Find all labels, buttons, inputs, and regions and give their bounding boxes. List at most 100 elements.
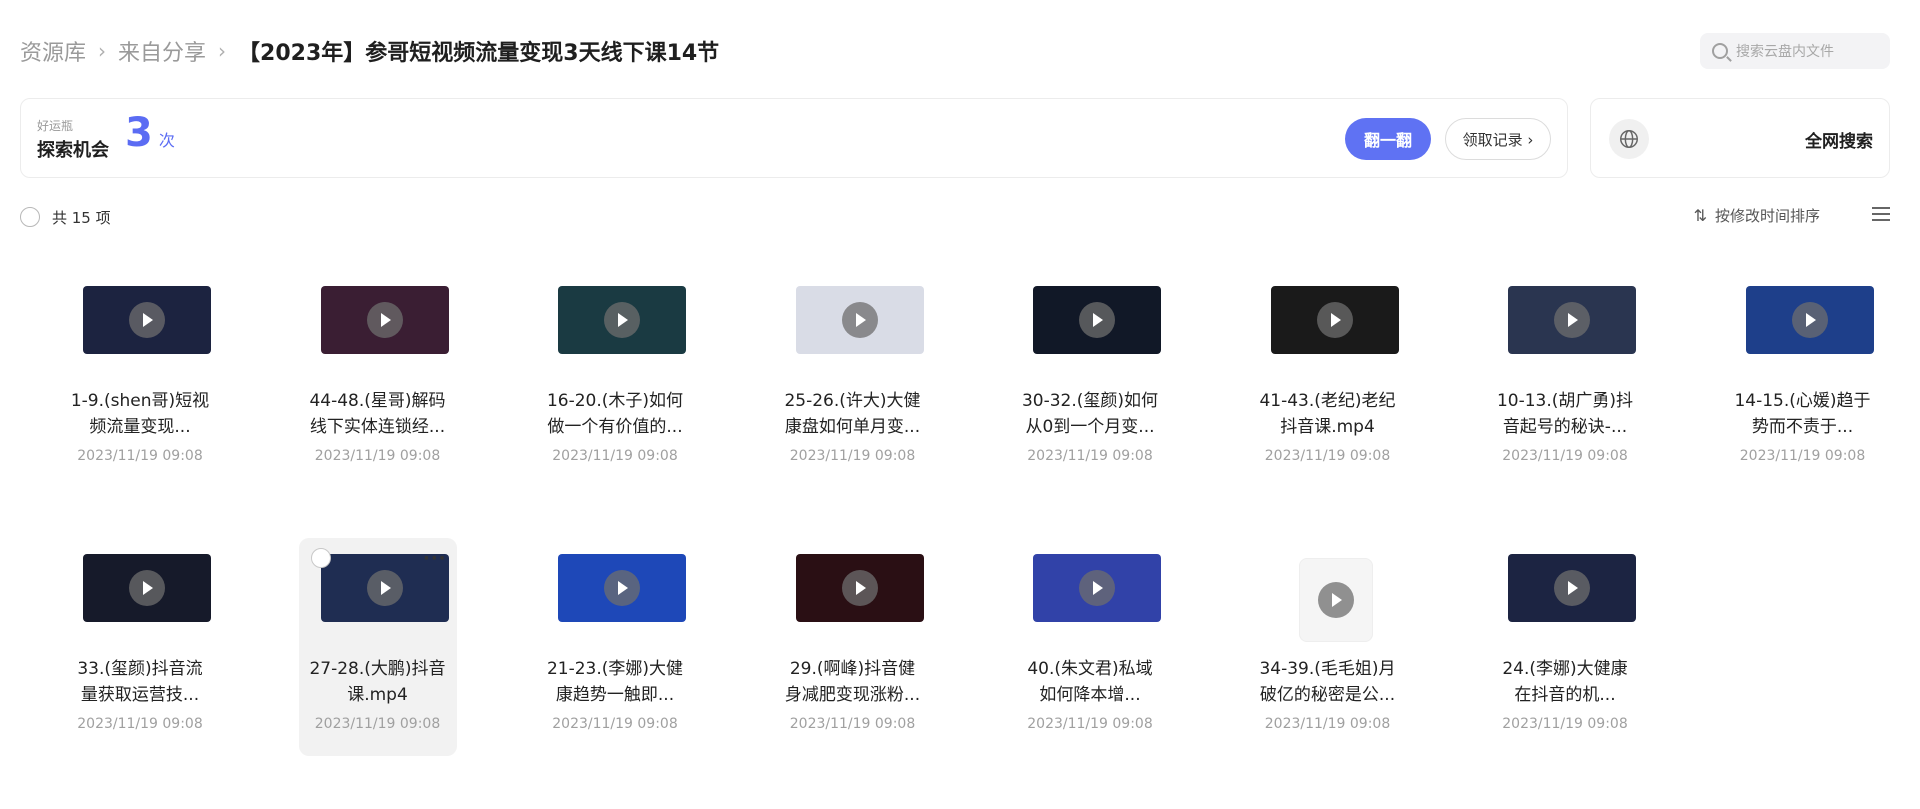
file-name-line1: 29.(啊峰)抖音健 xyxy=(789,659,916,679)
file-name: 40.(朱文君)私域 如何降本增... xyxy=(1011,656,1169,708)
file-name-line2: 从0到一个月变... xyxy=(1025,417,1155,437)
play-icon xyxy=(841,570,878,606)
lucky-label: 探索机会 xyxy=(37,140,109,161)
file-card[interactable]: 16-20.(木子)如何 做一个有价值的... 2023/11/19 09:08 xyxy=(536,270,694,488)
file-name-line1: 10-13.(胡广勇)抖 xyxy=(1496,391,1634,411)
video-thumbnail xyxy=(1508,286,1636,354)
file-card[interactable]: 40.(朱文君)私域 如何降本增... 2023/11/19 09:08 xyxy=(1011,538,1169,756)
file-card[interactable]: 25-26.(许大)大健 康盘如何单月变... 2023/11/19 09:08 xyxy=(774,270,932,488)
video-thumbnail xyxy=(83,286,211,354)
breadcrumb-level2[interactable]: 来自分享 xyxy=(118,35,206,67)
video-thumbnail xyxy=(1270,286,1399,354)
file-name-line2: 康趋势一触即... xyxy=(555,685,675,705)
globe-icon xyxy=(1609,119,1649,159)
file-name: 33.(玺颜)抖音流 量获取运营技... xyxy=(61,656,219,708)
list-view-icon[interactable] xyxy=(1872,207,1890,221)
file-card[interactable]: 29.(啊峰)抖音健 身减肥变现涨粉... 2023/11/19 09:08 xyxy=(774,538,932,756)
file-card[interactable]: 44-48.(星哥)解码 线下实体连锁经... 2023/11/19 09:08 xyxy=(299,270,457,488)
file-name: 16-20.(木子)如何 做一个有价值的... xyxy=(536,388,694,440)
file-card[interactable]: 21-23.(李娜)大健 康趋势一触即... 2023/11/19 09:08 xyxy=(536,538,694,756)
select-all-checkbox[interactable] xyxy=(20,207,40,227)
file-card[interactable]: 27-28.(大鹏)抖音 课.mp4 2023/11/19 09:08 ··· xyxy=(298,538,457,756)
sort-button[interactable]: ⇅ 按修改时间排序 xyxy=(1694,205,1820,226)
file-name-line1: 40.(朱文君)私域 xyxy=(1027,659,1153,679)
play-icon xyxy=(129,570,165,606)
file-name: 44-48.(星哥)解码 线下实体连锁经... xyxy=(299,388,457,440)
file-name-line2: 做一个有价值的... xyxy=(547,417,683,437)
file-date: 2023/11/19 09:08 xyxy=(1739,448,1866,464)
chance-count: 3 xyxy=(125,110,153,156)
search-input[interactable]: 搜索云盘内文件 xyxy=(1700,33,1890,69)
file-date: 2023/11/19 09:08 xyxy=(1502,716,1628,732)
file-name-line1: 44-48.(星哥)解码 xyxy=(309,391,446,411)
file-name-line2: 身减肥变现涨粉... xyxy=(784,685,921,705)
play-icon xyxy=(604,302,640,338)
list-toolbar: 共 15 项 ⇅ 按修改时间排序 xyxy=(20,205,1890,229)
breadcrumb-root[interactable]: 资源库 xyxy=(20,35,86,67)
file-name-line2: 在抖音的机... xyxy=(1514,685,1616,705)
file-date: 2023/11/19 09:08 xyxy=(552,448,678,464)
file-date: 2023/11/19 09:08 xyxy=(789,448,916,464)
file-name-line2: 频流量变现... xyxy=(89,417,191,437)
play-icon xyxy=(1316,302,1353,338)
file-date: 2023/11/19 09:08 xyxy=(1027,448,1153,464)
file-name-line1: 41-43.(老纪)老纪 xyxy=(1259,391,1396,411)
file-date: 2023/11/19 09:08 xyxy=(314,716,441,732)
file-card[interactable]: 30-32.(玺颜)如何 从0到一个月变... 2023/11/19 09:08 xyxy=(1011,270,1169,488)
file-date: 2023/11/19 09:08 xyxy=(789,716,916,732)
record-button[interactable]: 领取记录 › xyxy=(1445,118,1551,160)
file-card[interactable]: 41-43.(老纪)老纪 抖音课.mp4 2023/11/19 09:08 xyxy=(1249,270,1407,488)
video-thumbnail xyxy=(795,554,924,622)
video-thumbnail xyxy=(1508,554,1636,622)
file-name: 25-26.(许大)大健 康盘如何单月变... xyxy=(774,388,932,440)
file-name-line2: 势而不责于... xyxy=(1751,417,1854,437)
chance-unit: 次 xyxy=(158,131,175,150)
file-date: 2023/11/19 09:08 xyxy=(314,448,441,464)
breadcrumb: 资源库 › 来自分享 › 【2023年】参哥短视频流量变现3天线下课14节 xyxy=(20,28,1900,74)
file-name-line1: 30-32.(玺颜)如何 xyxy=(1021,391,1159,411)
file-name-line1: 34-39.(毛毛姐)月 xyxy=(1259,659,1396,679)
file-name-line1: 24.(李娜)大健康 xyxy=(1502,659,1628,679)
lucky-label-small: 好运瓶 xyxy=(37,119,74,133)
file-name: 30-32.(玺颜)如何 从0到一个月变... xyxy=(1011,388,1169,440)
file-name: 24.(李娜)大健康 在抖音的机... xyxy=(1486,656,1644,708)
file-card[interactable]: 1-9.(shen哥)短视 频流量变现... 2023/11/19 09:08 xyxy=(61,270,219,488)
file-select-checkbox[interactable] xyxy=(310,548,331,568)
file-name-line1: 1-9.(shen哥)短视 xyxy=(70,391,210,411)
video-thumbnail xyxy=(1298,558,1373,642)
file-name: 1-9.(shen哥)短视 频流量变现... xyxy=(61,388,219,440)
sort-icon: ⇅ xyxy=(1693,206,1707,225)
file-name-line2: 如何降本增... xyxy=(1039,685,1141,705)
play-icon xyxy=(1317,582,1354,618)
play-icon xyxy=(1079,302,1115,338)
play-icon xyxy=(604,570,640,606)
video-thumbnail xyxy=(1745,286,1874,354)
file-card[interactable]: 14-15.(心媛)趋于 势而不责于... 2023/11/19 09:08 xyxy=(1724,270,1882,488)
play-icon xyxy=(129,302,165,338)
video-thumbnail xyxy=(795,286,924,354)
file-name-line1: 14-15.(心媛)趋于 xyxy=(1734,391,1871,411)
play-icon xyxy=(366,570,403,606)
chevron-right-icon: › xyxy=(98,39,107,63)
file-name-line1: 33.(玺颜)抖音流 xyxy=(77,659,203,679)
file-card[interactable]: 34-39.(毛毛姐)月 破亿的秘密是公... 2023/11/19 09:08 xyxy=(1249,538,1407,756)
file-card[interactable]: 33.(玺颜)抖音流 量获取运营技... 2023/11/19 09:08 xyxy=(61,538,219,756)
file-card[interactable]: 24.(李娜)大健康 在抖音的机... 2023/11/19 09:08 xyxy=(1486,538,1644,756)
file-name: 41-43.(老纪)老纪 抖音课.mp4 xyxy=(1249,388,1407,440)
chevron-right-icon: › xyxy=(218,39,227,63)
flip-button[interactable]: 翻一翻 xyxy=(1345,118,1431,160)
play-icon xyxy=(841,302,878,338)
file-name-line1: 21-23.(李娜)大健 xyxy=(546,659,684,679)
more-icon[interactable]: ··· xyxy=(423,548,447,569)
lucky-bottle-panel: 好运瓶 探索机会 3 次 翻一翻 领取记录 › xyxy=(20,98,1568,178)
file-name-line2: 破亿的秘密是公... xyxy=(1259,685,1396,705)
page-title: 【2023年】参哥短视频流量变现3天线下课14节 xyxy=(238,41,720,66)
video-thumbnail xyxy=(1033,554,1161,622)
video-thumbnail xyxy=(558,554,686,622)
file-date: 2023/11/19 09:08 xyxy=(552,716,678,732)
file-name: 34-39.(毛毛姐)月 破亿的秘密是公... xyxy=(1249,656,1407,708)
file-card[interactable]: 10-13.(胡广勇)抖 音起号的秘诀-... 2023/11/19 09:08 xyxy=(1486,270,1644,488)
web-search-panel[interactable]: 全网搜索 xyxy=(1590,98,1890,178)
file-name-line1: 25-26.(许大)大健 xyxy=(784,391,921,411)
video-thumbnail xyxy=(1033,286,1161,354)
